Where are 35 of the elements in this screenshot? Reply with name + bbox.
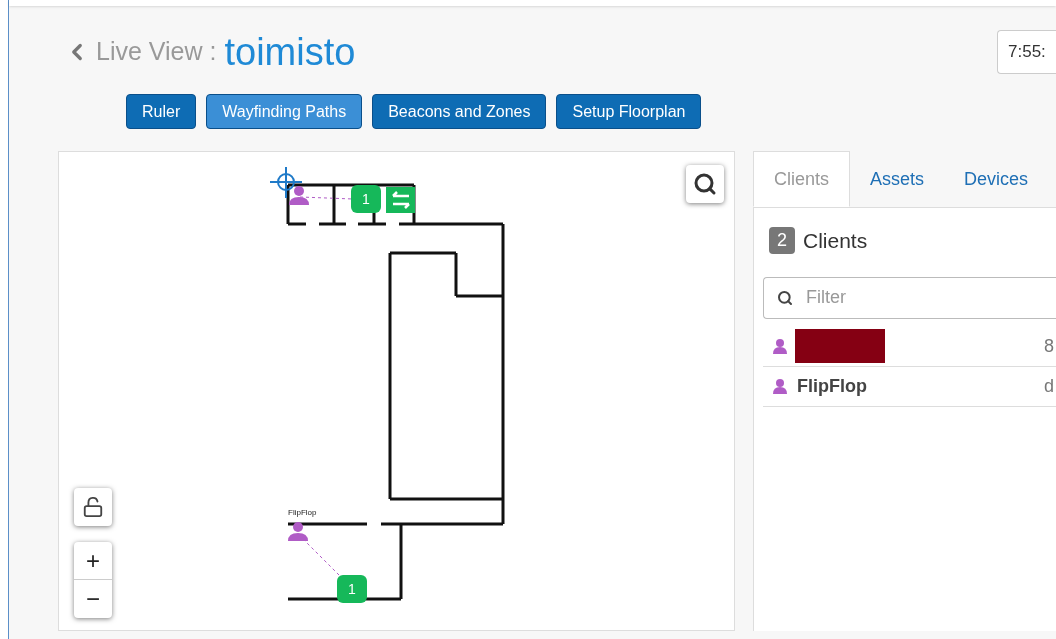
- search-button[interactable]: [686, 165, 724, 203]
- person-marker[interactable]: [288, 522, 308, 541]
- leader-line: [299, 196, 354, 200]
- unlock-icon: [82, 496, 104, 518]
- time-field[interactable]: 7:55:: [997, 30, 1056, 74]
- zoom-out-button[interactable]: −: [74, 580, 112, 618]
- toolbar-button[interactable]: Beacons and Zones: [372, 94, 547, 129]
- tab[interactable]: Clients: [753, 151, 851, 207]
- client-row[interactable]: 8: [763, 326, 1056, 367]
- search-icon: [777, 289, 793, 306]
- count-badge: 2: [769, 227, 795, 255]
- count-badge[interactable]: 1: [337, 575, 367, 603]
- client-detail: 8: [1044, 334, 1055, 358]
- person-marker[interactable]: [289, 186, 309, 205]
- tab[interactable]: Devices: [944, 151, 1049, 207]
- person-label: FlipFlop: [288, 508, 317, 517]
- filter-field[interactable]: Filter: [763, 276, 1056, 319]
- client-name: FlipFlop: [797, 374, 867, 398]
- zoom-in-button[interactable]: +: [74, 542, 112, 580]
- client-row[interactable]: FlipFlop d: [763, 366, 1056, 407]
- count-badge[interactable]: 1: [351, 185, 381, 213]
- client-detail: d: [1044, 374, 1055, 398]
- person-icon: [773, 378, 787, 394]
- tab[interactable]: Assets: [850, 151, 945, 207]
- panel-heading: Clients: [803, 228, 868, 254]
- page-title: toimisto: [224, 33, 356, 71]
- back-link[interactable]: Live View :: [96, 33, 217, 71]
- toolbar-button[interactable]: Ruler: [126, 94, 197, 129]
- exit-sign-icon[interactable]: [386, 187, 415, 213]
- search-icon: [693, 172, 717, 196]
- toolbar-button[interactable]: Setup Floorplan: [556, 94, 702, 129]
- crosshair-icon[interactable]: [269, 166, 303, 199]
- person-icon: [773, 338, 787, 354]
- toolbar-button[interactable]: Wayfinding Paths: [206, 94, 363, 129]
- lock-button[interactable]: [74, 488, 112, 526]
